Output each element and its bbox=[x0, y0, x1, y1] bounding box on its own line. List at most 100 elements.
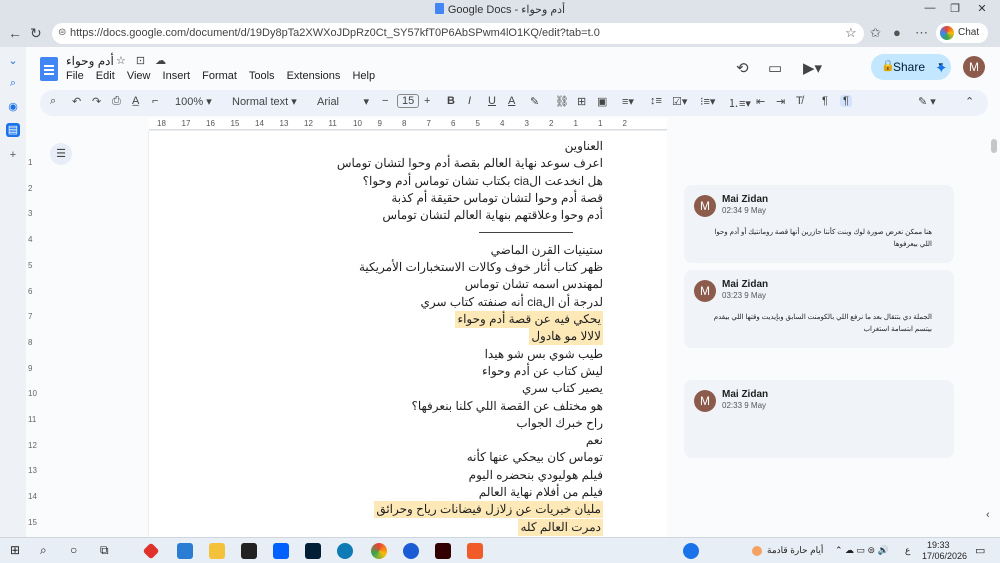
collapse-toolbar-icon[interactable]: ⌃ bbox=[965, 95, 974, 108]
url-bar[interactable]: ⊜ https://docs.google.com/document/d/19D… bbox=[52, 23, 864, 44]
increase-indent-icon[interactable]: ⇥ bbox=[776, 95, 785, 108]
history-icon[interactable]: ⟲ bbox=[736, 59, 749, 77]
site-info-icon[interactable]: ⊜ bbox=[58, 27, 66, 38]
document-line[interactable]: هو مختلف عن القصة اللي كلنا بنعرفها؟ bbox=[411, 398, 603, 415]
decrease-indent-icon[interactable]: ⇤ bbox=[756, 95, 765, 108]
minimize-button[interactable]: — bbox=[920, 2, 940, 14]
align-icon[interactable]: ≡▾ bbox=[622, 95, 634, 108]
app-icon[interactable] bbox=[142, 542, 160, 560]
close-button[interactable]: ✕ bbox=[972, 2, 992, 15]
checklist-icon[interactable]: ☑▾ bbox=[672, 95, 687, 108]
print-icon[interactable]: ⎙ bbox=[112, 95, 121, 108]
account-avatar[interactable]: M bbox=[963, 56, 985, 78]
meet-icon[interactable]: ▶▾ bbox=[803, 59, 822, 77]
task-view-icon[interactable]: ⧉ bbox=[100, 543, 116, 559]
profile-icon[interactable]: ● bbox=[893, 25, 901, 40]
document-line[interactable]: يحكي فيه عن قصة أدم وحواء bbox=[455, 311, 603, 328]
comment-card[interactable]: M Mai Zidan 03:23 9 May الجملة دي بتتقال بع… bbox=[684, 270, 954, 348]
font-size-input[interactable]: 15 bbox=[397, 94, 420, 108]
docs-sidebar-icon[interactable]: ▤ bbox=[6, 123, 20, 137]
underline-icon[interactable]: U bbox=[488, 95, 496, 107]
chevron-left-icon[interactable]: ‹ bbox=[986, 509, 990, 521]
menu-extensions[interactable]: Extensions bbox=[287, 70, 341, 82]
style-select[interactable]: Normal text ▾ bbox=[232, 95, 297, 108]
more-icon[interactable]: ⋯ bbox=[915, 25, 928, 41]
illustrator-icon[interactable] bbox=[435, 543, 451, 559]
comment-card[interactable]: M Mai Zidan 02:33 9 May bbox=[684, 380, 954, 458]
highlight-icon[interactable]: ✎ bbox=[530, 95, 539, 108]
clock-date[interactable]: 17/06/2026 bbox=[922, 551, 967, 561]
bold-icon[interactable]: B bbox=[447, 95, 455, 107]
bookmark-star-icon[interactable]: ☆ bbox=[845, 25, 857, 41]
comments-icon[interactable]: ▭ bbox=[768, 59, 782, 77]
document-page[interactable]: العناوين اعرف سوعد نهاية العالم بقصة أدم … bbox=[149, 131, 667, 537]
document-line[interactable]: فيلم هوليودي بنحضره اليوم bbox=[469, 467, 603, 484]
chat-button[interactable]: Chat bbox=[936, 23, 988, 43]
increase-font-icon[interactable]: + bbox=[424, 95, 430, 107]
edge-icon[interactable] bbox=[337, 543, 353, 559]
menu-tools[interactable]: Tools bbox=[249, 70, 275, 82]
editing-mode-icon[interactable]: ✎ ▾ bbox=[918, 95, 936, 108]
numbered-list-icon[interactable]: ⒈≡▾ bbox=[728, 95, 751, 111]
image-icon[interactable]: ▣ bbox=[597, 95, 607, 108]
document-line[interactable]: مليان خبريات عن زلازل فيضانات رياح وحرائ… bbox=[374, 501, 603, 519]
italic-icon[interactable]: I bbox=[468, 95, 471, 107]
input-language[interactable]: ع bbox=[905, 545, 910, 556]
tray-icons[interactable]: ⌃ ☁ ▭ ⊜ 🔊 bbox=[835, 545, 889, 556]
photoshop-icon[interactable] bbox=[305, 543, 321, 559]
amazon-icon[interactable] bbox=[241, 543, 257, 559]
document-line[interactable]: أدم وحوا وعلاقتهم بنهاية العالم لتشان تو… bbox=[382, 207, 603, 224]
search-icon[interactable]: ⌕ bbox=[6, 77, 20, 91]
comment-card[interactable]: M Mai Zidan 02:34 9 May هنا ممكن نعرض صورة … bbox=[684, 185, 954, 263]
document-line[interactable]: هل انخدعت الcia بكتاب تشان توماس أدم وحو… bbox=[363, 173, 603, 190]
copilot-sidebar-icon[interactable]: ◉ bbox=[6, 100, 20, 114]
document-line[interactable]: اعرف سوعد نهاية العالم بقصة أدم وحوا لتش… bbox=[337, 155, 603, 172]
add-comment-icon[interactable]: ⊞ bbox=[577, 95, 586, 108]
document-title[interactable]: أدم وحواء bbox=[66, 54, 114, 68]
ltr-icon[interactable]: ¶ bbox=[822, 95, 828, 107]
star-icon[interactable]: ☆ bbox=[116, 55, 136, 67]
outline-button[interactable]: ☰ bbox=[50, 143, 72, 165]
zoom-app-icon[interactable] bbox=[403, 543, 419, 559]
link-icon[interactable]: ⛓ bbox=[555, 95, 569, 108]
start-icon[interactable]: ⊞ bbox=[10, 543, 26, 559]
maximize-button[interactable]: ❐ bbox=[945, 2, 965, 15]
document-line[interactable]: ليش كتاب عن أدم وحواء bbox=[482, 363, 603, 380]
scrollbar-thumb[interactable] bbox=[991, 139, 997, 153]
chevron-down-icon[interactable]: ⌄ bbox=[6, 54, 20, 68]
move-icon[interactable]: ⊡ bbox=[136, 55, 155, 67]
cortana-icon[interactable]: ○ bbox=[70, 543, 86, 559]
document-line[interactable]: دمرت العالم كله bbox=[518, 518, 603, 536]
menu-edit[interactable]: Edit bbox=[96, 70, 115, 82]
favorites-icon[interactable]: ✩ bbox=[870, 25, 881, 41]
menu-insert[interactable]: Insert bbox=[163, 70, 191, 82]
mail-icon[interactable] bbox=[177, 543, 193, 559]
rtl-icon[interactable]: ¶ bbox=[840, 95, 852, 107]
document-line[interactable]: طيب شوي بس شو هيدا bbox=[485, 346, 603, 363]
cloud-icon[interactable]: ☁ bbox=[155, 55, 176, 67]
decrease-font-icon[interactable]: − bbox=[382, 95, 388, 107]
menu-file[interactable]: File bbox=[66, 70, 84, 82]
search-menus-icon[interactable]: ⌕ bbox=[50, 95, 56, 108]
menu-view[interactable]: View bbox=[127, 70, 151, 82]
scrollbar[interactable] bbox=[988, 131, 1000, 537]
document-line[interactable]: نعم bbox=[586, 432, 603, 449]
chrome-icon[interactable] bbox=[371, 543, 387, 559]
document-line[interactable]: لالالا مو هادول bbox=[529, 328, 603, 346]
document-line[interactable]: فيلم من أفلام نهاية العالم bbox=[479, 484, 603, 501]
horizontal-ruler[interactable]: 18 17 16 15 14 13 12 11 10 9 8 7 6 5 4 3 2 1 1 2 bbox=[149, 118, 667, 130]
font-select[interactable]: Arial ▾ bbox=[317, 95, 369, 108]
gemini-icon[interactable]: ✦ bbox=[935, 59, 948, 77]
file-explorer-icon[interactable] bbox=[209, 543, 225, 559]
back-icon[interactable]: ← bbox=[8, 25, 22, 41]
redo-icon[interactable]: ↷ bbox=[92, 95, 101, 108]
line-spacing-icon[interactable]: ↕≡ bbox=[650, 95, 662, 107]
zoom-select[interactable]: 100% ▾ bbox=[175, 95, 212, 108]
search-icon[interactable]: ⌕ bbox=[40, 543, 56, 559]
spellcheck-icon[interactable]: A̲ bbox=[132, 95, 139, 107]
document-line[interactable]: ظهر كتاب أثار خوف وكالات الاستخبارات الأ… bbox=[359, 259, 603, 276]
document-line[interactable]: ستينيات القرن الماضي bbox=[491, 242, 603, 259]
app2-icon[interactable] bbox=[467, 543, 483, 559]
help-icon[interactable] bbox=[683, 543, 699, 559]
document-line[interactable]: قصة أدم وحوا لتشان توماس حقيقة أم كذبة bbox=[391, 190, 603, 207]
